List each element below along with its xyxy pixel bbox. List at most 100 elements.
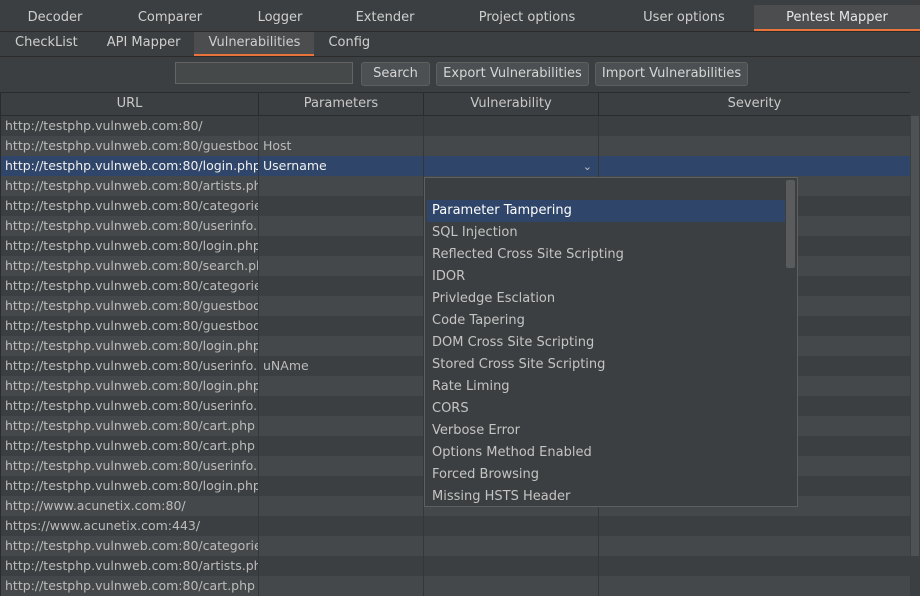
table-row[interactable]: http://testphp.vulnweb.com:80/ bbox=[1, 116, 911, 136]
parameters-cell[interactable] bbox=[259, 116, 424, 136]
table-row[interactable]: http://testphp.vulnweb.com:80/cart.php bbox=[1, 576, 911, 596]
chevron-down-icon[interactable]: ⌄ bbox=[583, 160, 592, 173]
vulnerability-combo[interactable]: ⌄ bbox=[425, 157, 598, 177]
url-cell[interactable]: http://testphp.vulnweb.com:80/userinfo.p… bbox=[1, 356, 259, 376]
tab-logger[interactable]: Logger bbox=[230, 5, 330, 31]
tab-config[interactable]: Config bbox=[314, 32, 384, 56]
parameters-cell[interactable] bbox=[259, 516, 424, 536]
dropdown-option[interactable]: Reflected Cross Site Scripting bbox=[427, 244, 785, 266]
dropdown-option[interactable]: DOM Cross Site Scripting bbox=[427, 332, 785, 354]
search-button[interactable]: Search bbox=[361, 62, 430, 86]
dropdown-option[interactable]: SQL Injection bbox=[427, 222, 785, 244]
dropdown-option[interactable]: Code Tapering bbox=[427, 310, 785, 332]
url-cell[interactable]: http://testphp.vulnweb.com:80/categories… bbox=[1, 276, 259, 296]
url-cell[interactable]: http://testphp.vulnweb.com:80/login.php bbox=[1, 236, 259, 256]
column-header-severity[interactable]: Severity bbox=[599, 93, 911, 115]
column-header-vulnerability[interactable]: Vulnerability bbox=[424, 93, 599, 115]
severity-cell[interactable] bbox=[599, 136, 911, 156]
dropdown-option[interactable]: Parameter Tampering bbox=[427, 200, 785, 222]
severity-cell[interactable] bbox=[599, 516, 911, 536]
url-cell[interactable]: http://testphp.vulnweb.com:80/artists.ph… bbox=[1, 176, 259, 196]
parameters-cell[interactable] bbox=[259, 436, 424, 456]
dropdown-option[interactable]: Privledge Esclation bbox=[427, 288, 785, 310]
url-cell[interactable]: https://www.acunetix.com:443/ bbox=[1, 516, 259, 536]
dropdown-option[interactable]: IDOR bbox=[427, 266, 785, 288]
severity-cell[interactable] bbox=[599, 116, 911, 136]
severity-cell[interactable] bbox=[599, 576, 911, 596]
parameters-cell[interactable] bbox=[259, 416, 424, 436]
table-scrollbar[interactable] bbox=[910, 92, 920, 596]
vulnerability-cell[interactable] bbox=[424, 536, 599, 556]
url-cell[interactable]: http://testphp.vulnweb.com:80/cart.php bbox=[1, 576, 259, 596]
vulnerability-cell[interactable] bbox=[424, 116, 599, 136]
vulnerability-cell[interactable] bbox=[424, 516, 599, 536]
tab-extender[interactable]: Extender bbox=[330, 5, 440, 31]
tab-pentest-mapper[interactable]: Pentest Mapper bbox=[754, 5, 920, 31]
table-scrollbar-thumb[interactable] bbox=[911, 116, 919, 556]
url-cell[interactable]: http://testphp.vulnweb.com:80/userinfo.p… bbox=[1, 396, 259, 416]
dropdown-scrollbar[interactable] bbox=[786, 180, 795, 504]
url-cell[interactable]: http://testphp.vulnweb.com:80/userinfo.p… bbox=[1, 216, 259, 236]
url-cell[interactable]: http://testphp.vulnweb.com:80/ bbox=[1, 116, 259, 136]
column-header-parameters[interactable]: Parameters bbox=[259, 93, 424, 115]
tab-api-mapper[interactable]: API Mapper bbox=[93, 32, 195, 56]
parameters-cell[interactable] bbox=[259, 576, 424, 596]
dropdown-option[interactable]: Rate Liming bbox=[427, 376, 785, 398]
severity-cell[interactable] bbox=[599, 556, 911, 576]
dropdown-option[interactable]: Options Method Enabled bbox=[427, 442, 785, 464]
dropdown-scrollbar-thumb[interactable] bbox=[786, 180, 795, 268]
table-row[interactable]: http://testphp.vulnweb.com:80/guestbook.… bbox=[1, 136, 911, 156]
tab-decoder[interactable]: Decoder bbox=[0, 5, 110, 31]
parameters-cell[interactable] bbox=[259, 336, 424, 356]
severity-cell[interactable] bbox=[599, 536, 911, 556]
tab-comparer[interactable]: Comparer bbox=[110, 5, 230, 31]
dropdown-option[interactable]: Missing HSTS Header bbox=[427, 486, 785, 508]
parameters-cell[interactable]: uNAme bbox=[259, 356, 424, 376]
parameters-cell[interactable]: Host bbox=[259, 136, 424, 156]
vulnerability-cell[interactable] bbox=[424, 556, 599, 576]
url-cell[interactable]: http://testphp.vulnweb.com:80/login.php bbox=[1, 336, 259, 356]
table-row[interactable]: http://testphp.vulnweb.com:80/categories… bbox=[1, 536, 911, 556]
import-vulnerabilities-button[interactable]: Import Vulnerabilities bbox=[595, 62, 748, 86]
url-cell[interactable]: http://testphp.vulnweb.com:80/login.php bbox=[1, 156, 259, 176]
tab-vulnerabilities[interactable]: Vulnerabilities bbox=[194, 32, 315, 56]
parameters-cell[interactable] bbox=[259, 456, 424, 476]
url-cell[interactable]: http://testphp.vulnweb.com:80/guestbook.… bbox=[1, 316, 259, 336]
parameters-cell[interactable] bbox=[259, 496, 424, 516]
tab-checklist[interactable]: CheckList bbox=[0, 32, 93, 56]
url-cell[interactable]: http://testphp.vulnweb.com:80/guestbook.… bbox=[1, 296, 259, 316]
url-cell[interactable]: http://testphp.vulnweb.com:80/userinfo.p… bbox=[1, 456, 259, 476]
url-cell[interactable]: http://testphp.vulnweb.com:80/cart.php bbox=[1, 436, 259, 456]
tab-project-options[interactable]: Project options bbox=[440, 5, 614, 31]
parameters-cell[interactable] bbox=[259, 256, 424, 276]
url-cell[interactable]: http://testphp.vulnweb.com:80/guestbook.… bbox=[1, 136, 259, 156]
url-cell[interactable]: http://testphp.vulnweb.com:80/categories… bbox=[1, 536, 259, 556]
table-row[interactable]: https://www.acunetix.com:443/ bbox=[1, 516, 911, 536]
parameters-cell[interactable] bbox=[259, 236, 424, 256]
url-cell[interactable]: http://testphp.vulnweb.com:80/categories… bbox=[1, 196, 259, 216]
export-vulnerabilities-button[interactable]: Export Vulnerabilities bbox=[436, 62, 589, 86]
table-row[interactable]: http://testphp.vulnweb.com:80/artists.ph… bbox=[1, 556, 911, 576]
parameters-cell[interactable] bbox=[259, 216, 424, 236]
vulnerability-cell[interactable] bbox=[424, 576, 599, 596]
parameters-cell[interactable] bbox=[259, 296, 424, 316]
dropdown-option[interactable]: CORS bbox=[427, 398, 785, 420]
parameters-cell[interactable] bbox=[259, 176, 424, 196]
url-cell[interactable]: http://testphp.vulnweb.com:80/search.ph.… bbox=[1, 256, 259, 276]
search-input[interactable] bbox=[175, 62, 353, 84]
dropdown-option[interactable]: Verbose Error bbox=[427, 420, 785, 442]
url-cell[interactable]: http://testphp.vulnweb.com:80/cart.php bbox=[1, 416, 259, 436]
column-header-url[interactable]: URL bbox=[1, 93, 259, 115]
parameters-cell[interactable] bbox=[259, 556, 424, 576]
parameters-cell[interactable] bbox=[259, 376, 424, 396]
url-cell[interactable]: http://testphp.vulnweb.com:80/login.php bbox=[1, 376, 259, 396]
parameters-cell[interactable] bbox=[259, 316, 424, 336]
parameters-cell[interactable] bbox=[259, 396, 424, 416]
severity-cell[interactable] bbox=[599, 156, 911, 176]
dropdown-option[interactable]: Stored Cross Site Scripting bbox=[427, 354, 785, 376]
parameters-cell[interactable]: Username bbox=[259, 156, 424, 176]
parameters-cell[interactable] bbox=[259, 276, 424, 296]
vulnerability-cell[interactable] bbox=[424, 136, 599, 156]
parameters-cell[interactable] bbox=[259, 196, 424, 216]
url-cell[interactable]: http://testphp.vulnweb.com:80/artists.ph… bbox=[1, 556, 259, 576]
